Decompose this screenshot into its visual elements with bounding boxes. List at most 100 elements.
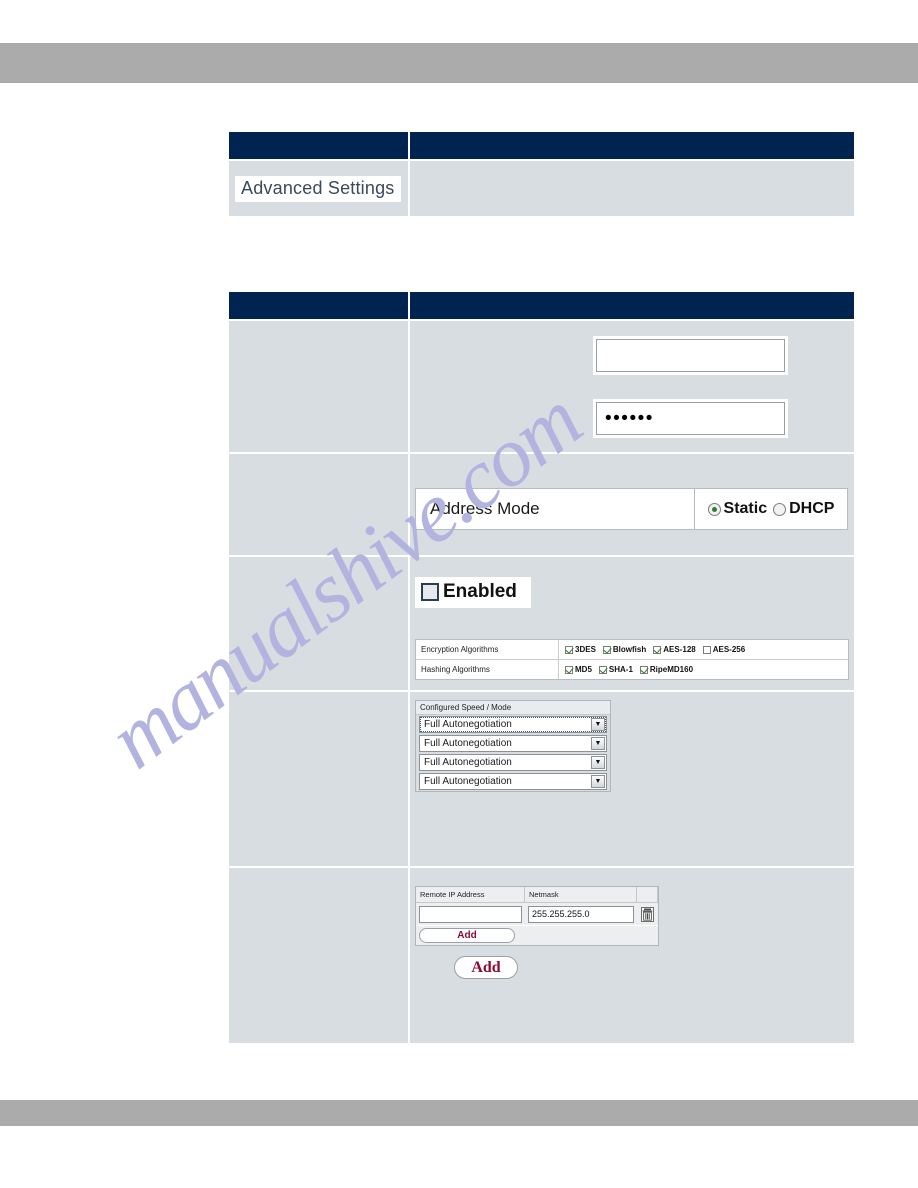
checkbox-blowfish-label: Blowfish — [612, 645, 647, 654]
table-one-header-left — [229, 132, 408, 159]
checkbox-aes256-label: AES-256 — [712, 645, 746, 654]
encryption-algorithms-label: Encryption Algorithms — [416, 640, 559, 659]
netmask-input[interactable]: 255.255.255.0 — [528, 905, 634, 923]
security-label-cell — [229, 557, 408, 690]
column-header-actions — [637, 887, 658, 902]
chevron-down-icon[interactable]: ▼ — [591, 718, 605, 731]
speed-select-3[interactable]: Full Autonegotiation ▼ — [419, 754, 607, 771]
speed-select-2[interactable]: Full Autonegotiation ▼ — [419, 735, 607, 752]
checkbox-ripemd160-icon[interactable] — [639, 665, 648, 674]
enabled-checkbox-group[interactable]: Enabled — [415, 577, 531, 608]
chevron-down-icon[interactable]: ▼ — [591, 737, 605, 750]
speed-select-1-value: Full Autonegotiation — [424, 719, 512, 730]
security-content-cell: Enabled Encryption Algorithms 3DES Blowf… — [410, 557, 854, 690]
remote-networks-table: Remote IP Address Netmask 255.255.255.0 — [415, 886, 659, 946]
speed-select-4[interactable]: Full Autonegotiation ▼ — [419, 773, 607, 790]
speed-select-row: Full Autonegotiation ▼ — [416, 734, 610, 753]
username-input[interactable] — [596, 339, 785, 372]
password-masked-value: •••••• — [605, 408, 654, 429]
table-row-address-mode: Address Mode Static DHCP — [229, 452, 854, 555]
address-mode-row: Address Mode Static DHCP — [415, 488, 848, 530]
speed-select-2-value: Full Autonegotiation — [424, 738, 512, 749]
password-input[interactable]: •••••• — [596, 402, 785, 435]
table-two-header — [229, 292, 854, 319]
trash-icon[interactable] — [641, 906, 654, 922]
advanced-settings-table: Advanced Settings — [229, 132, 854, 216]
remote-ip-cell — [416, 905, 525, 923]
radio-dhcp-icon[interactable] — [773, 502, 787, 516]
algorithms-table: Encryption Algorithms 3DES Blowfish AES-… — [415, 639, 849, 680]
checkbox-option-aes256[interactable]: AES-256 — [702, 645, 746, 654]
checkbox-3des-icon[interactable] — [565, 645, 573, 654]
chevron-down-icon[interactable]: ▼ — [591, 775, 605, 788]
checkbox-md5-icon[interactable] — [565, 665, 573, 674]
netmask-value: 255.255.255.0 — [532, 909, 590, 919]
table-row-remote-networks: Remote IP Address Netmask 255.255.255.0 — [229, 866, 854, 1043]
address-mode-content-cell: Address Mode Static DHCP — [410, 454, 854, 555]
checkbox-option-md5[interactable]: MD5 — [565, 665, 592, 674]
enabled-checkbox-icon[interactable] — [421, 583, 439, 601]
advanced-settings-button[interactable]: Advanced Settings — [235, 176, 401, 202]
checkbox-option-ripemd160[interactable]: RipeMD160 — [639, 665, 694, 674]
checkbox-ripemd160-label: RipeMD160 — [649, 665, 694, 674]
speed-select-row: Full Autonegotiation ▼ — [416, 715, 610, 734]
radio-option-dhcp[interactable]: DHCP — [773, 500, 834, 518]
radio-static-label: Static — [723, 500, 768, 517]
table-row-speed-mode: Configured Speed / Mode Full Autonegotia… — [229, 690, 854, 866]
radio-option-static[interactable]: Static — [707, 500, 768, 518]
checkbox-option-blowfish[interactable]: Blowfish — [602, 645, 647, 654]
table-row-security: Enabled Encryption Algorithms 3DES Blowf… — [229, 555, 854, 690]
page-top-band — [0, 43, 918, 83]
table-one-header — [229, 132, 854, 159]
checkbox-aes256-icon[interactable] — [702, 645, 711, 654]
remote-ip-input[interactable] — [419, 905, 522, 923]
address-mode-options: Static DHCP — [695, 500, 847, 518]
remote-label-cell — [229, 868, 408, 1043]
encryption-algorithms-options: 3DES Blowfish AES-128 AES-256 — [559, 640, 848, 659]
speed-select-1[interactable]: Full Autonegotiation ▼ — [419, 716, 607, 733]
checkbox-sha1-icon[interactable] — [598, 665, 607, 674]
settings-table: •••••• Address Mode Static DHCP Enabled … — [229, 292, 854, 1043]
table-two-header-right — [410, 292, 854, 319]
checkbox-aes128-label: AES-128 — [663, 645, 696, 654]
speed-content-cell: Configured Speed / Mode Full Autonegotia… — [410, 692, 854, 866]
remote-networks-header-row: Remote IP Address Netmask — [416, 887, 658, 903]
column-header-netmask: Netmask — [525, 887, 637, 902]
checkbox-option-3des[interactable]: 3DES — [565, 645, 596, 654]
hashing-algorithms-label: Hashing Algorithms — [416, 660, 559, 679]
speed-label-cell — [229, 692, 408, 866]
checkbox-option-aes128[interactable]: AES-128 — [653, 645, 696, 654]
address-mode-label-cell — [229, 454, 408, 555]
checkbox-sha1-label: SHA-1 — [608, 665, 633, 674]
table-row-credentials: •••••• — [229, 319, 854, 452]
address-mode-label: Address Mode — [416, 489, 695, 529]
netmask-cell: 255.255.255.0 — [525, 905, 637, 923]
chevron-down-icon[interactable]: ▼ — [591, 756, 605, 769]
add-row-button[interactable]: Add — [419, 928, 515, 943]
add-block-button[interactable]: Add — [454, 956, 518, 979]
speed-select-4-value: Full Autonegotiation — [424, 776, 512, 787]
column-header-remote-ip: Remote IP Address — [416, 887, 525, 902]
checkbox-aes128-icon[interactable] — [653, 645, 662, 654]
checkbox-3des-label: 3DES — [575, 645, 596, 654]
credentials-content-cell: •••••• — [410, 321, 854, 452]
enabled-checkbox-label: Enabled — [443, 581, 517, 602]
checkbox-option-sha1[interactable]: SHA-1 — [598, 665, 633, 674]
checkbox-md5-label: MD5 — [575, 665, 592, 674]
radio-static-icon[interactable] — [707, 502, 721, 516]
page-bottom-band — [0, 1100, 918, 1126]
radio-dhcp-label: DHCP — [789, 500, 835, 517]
row-actions-cell — [637, 906, 658, 922]
table-one-header-right — [410, 132, 854, 159]
table-row: Encryption Algorithms 3DES Blowfish AES-… — [416, 640, 848, 660]
checkbox-blowfish-icon[interactable] — [602, 645, 611, 654]
remote-content-cell: Remote IP Address Netmask 255.255.255.0 — [410, 868, 854, 1043]
table-two-header-left — [229, 292, 408, 319]
speed-mode-header: Configured Speed / Mode — [416, 701, 610, 715]
speed-select-row: Full Autonegotiation ▼ — [416, 772, 610, 791]
table-one-cell-right — [410, 161, 854, 216]
credentials-label-cell — [229, 321, 408, 452]
table-one-cell-left: Advanced Settings — [229, 161, 408, 216]
remote-networks-footer: Add — [416, 925, 658, 945]
table-row: Hashing Algorithms MD5 SHA-1 RipeMD160 — [416, 660, 848, 679]
